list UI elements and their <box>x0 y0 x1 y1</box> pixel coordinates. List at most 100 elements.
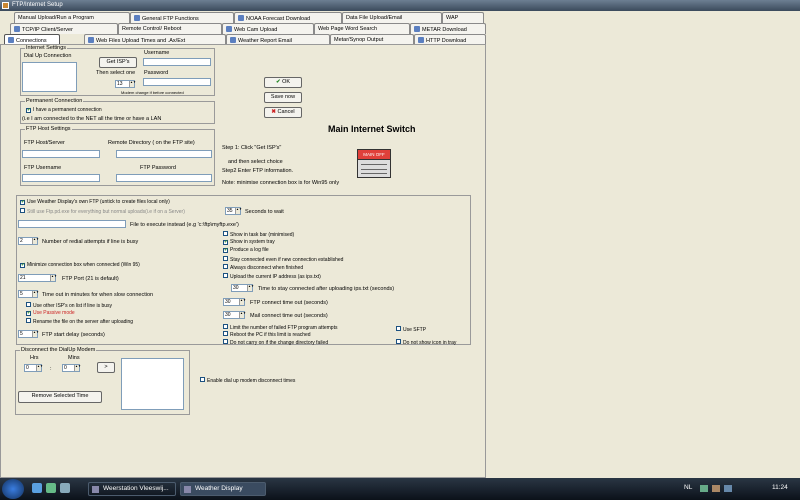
quick-launch-desktop-icon[interactable] <box>46 483 56 493</box>
cancel-button[interactable]: ✖ Cancel <box>264 107 302 118</box>
permanent-checkbox[interactable]: ✔ I have a permanent connection <box>26 107 102 114</box>
username-input[interactable] <box>143 58 211 66</box>
tab-remote-control[interactable]: Remote Control/ Reboot <box>118 23 222 34</box>
start-delay-spin[interactable]: 5 ▲▼ <box>18 330 39 338</box>
email-icon <box>230 37 236 43</box>
taskbar: Weerstation Vleeswij... Weather Display … <box>0 478 800 500</box>
seconds-wait-label: Seconds to wait <box>245 209 284 215</box>
dialup-label: Dial Up Connection <box>24 53 72 59</box>
use-sftp-checkbox[interactable]: Use SFTP <box>396 326 426 333</box>
timeout-spin[interactable]: 5 ▲▼ <box>18 290 39 298</box>
permanent-note: (i.e I am connected to the NET all the t… <box>22 116 162 122</box>
main-switch-title: Main Internet Switch <box>328 124 416 134</box>
no-tray-icon-checkbox[interactable]: Do not show icon in tray <box>396 339 456 346</box>
main-internet-switch[interactable]: MAIN OFF <box>357 149 391 178</box>
hrs-spin[interactable]: 0 ▲▼ <box>24 364 43 372</box>
taskbar-item-weerstation[interactable]: Weerstation Vleeswij... <box>88 482 176 496</box>
stay-after-label: Time to stay connected after uploading i… <box>258 286 395 292</box>
tab-general-ftp[interactable]: General FTP Functions <box>130 12 234 23</box>
tab-data-file-upload[interactable]: Data File Upload/Email <box>342 12 442 23</box>
redial-spin[interactable]: 2 ▲▼ <box>18 237 39 245</box>
tab-metar-download[interactable]: METAR Download <box>410 23 486 34</box>
ftp-port-label: FTP Port (21 is default) <box>62 276 119 282</box>
remove-selected-time-button[interactable]: Remove Selected Time <box>18 391 102 403</box>
globe-icon <box>88 37 94 43</box>
tab-row-2: TCP/IP Client/Server Remote Control/ Reb… <box>0 23 486 34</box>
step2-text: Step2 Enter FTP information. <box>222 168 294 174</box>
mins-spin[interactable]: 0 ▲▼ <box>62 364 81 372</box>
get-isps-button[interactable]: Get ISP's <box>99 57 137 68</box>
language-indicator[interactable]: NL <box>684 484 692 491</box>
weather-display-icon <box>184 486 191 493</box>
main-switch-label: MAIN OFF <box>358 150 390 160</box>
win95-note: Note: minimise connection box is for Win… <box>222 180 340 186</box>
still-use-ftp-checkbox[interactable]: Still use Ftp.pd.exe for everything but … <box>20 208 185 215</box>
ftp-port-spin[interactable]: 21 ▲▼ <box>18 274 57 282</box>
disconnect-legend: Disconnect the DialUp Modem <box>20 347 97 353</box>
do-not-carry-checkbox[interactable]: Do not carry on if the change directory … <box>223 339 328 346</box>
tab-wap[interactable]: WAP <box>442 12 484 23</box>
download-icon <box>414 26 420 32</box>
passive-mode-checkbox[interactable]: ✔ Use Passive mode <box>26 310 75 317</box>
spin-arrows-icon[interactable]: ▲▼ <box>129 81 136 87</box>
http-icon <box>418 37 424 43</box>
tab-row-1: Manual Upload/Run a Program General FTP … <box>0 12 486 23</box>
remote-dir-input[interactable] <box>116 150 212 158</box>
password-input[interactable] <box>143 78 211 86</box>
webcam-icon <box>226 26 232 32</box>
reboot-pc-checkbox[interactable]: Reboot the PC if this limit is reached <box>223 331 311 338</box>
stay-after-spin[interactable]: 30 ▲▼ <box>231 284 254 292</box>
taskbar-item-weather-display[interactable]: Weather Display <box>180 482 266 496</box>
start-button-icon[interactable] <box>2 479 24 499</box>
rename-file-checkbox[interactable]: Rename the file on the server after uplo… <box>26 318 133 325</box>
use-own-ftp-checkbox[interactable]: ✔ Use Weather Display's own FTP (untick t… <box>20 199 170 206</box>
password-label: Password <box>144 70 169 76</box>
show-taskbar-checkbox[interactable]: Show in task bar (minimised) <box>223 231 294 238</box>
mail-connect-spin[interactable]: 30 ▲▼ <box>223 311 246 319</box>
produce-log-checkbox[interactable]: ✔ Produce a log file <box>223 247 269 254</box>
tray-app-icon[interactable] <box>724 485 732 492</box>
stay-connected-checkbox[interactable]: Stay connected even if new connection es… <box>223 256 343 263</box>
start-delay-label: FTP start delay (seconds) <box>42 332 105 338</box>
file-execute-label: File to execute instead (e.g 'c:\ftp\myf… <box>130 222 239 228</box>
app-icon <box>2 2 9 9</box>
window-title: FTP/Internet Setup <box>12 2 63 8</box>
minimize-box-checkbox[interactable]: ✔ Minimize connection box when connected … <box>20 262 140 269</box>
network-icon <box>14 26 20 32</box>
enable-disconnect-checkbox[interactable]: Enable dial up modem disconnect times <box>200 377 295 384</box>
tab-web-page-search[interactable]: Web Page Word Search <box>314 23 410 34</box>
tab-manual-upload[interactable]: Manual Upload/Run a Program <box>14 12 130 23</box>
tray-network-icon[interactable] <box>700 485 708 492</box>
upload-ip-checkbox[interactable]: Upload the current IP address (as ips.tx… <box>223 273 321 280</box>
dialup-list[interactable] <box>22 62 77 92</box>
ftp-password-input[interactable] <box>116 174 212 182</box>
ftp-username-input[interactable] <box>22 174 100 182</box>
tab-tcpip[interactable]: TCP/IP Client/Server <box>10 23 118 34</box>
limit-failed-checkbox[interactable]: Limit the number of failed FTP program a… <box>223 324 337 331</box>
show-tray-checkbox[interactable]: ✔ Show in system tray <box>223 239 275 246</box>
seconds-wait-spin[interactable]: 35 ▲▼ <box>225 207 242 215</box>
hrs-label: Hrs <box>30 355 39 361</box>
tab-noaa-forecast[interactable]: NOAA Forecast Download <box>234 12 342 23</box>
tab-webcam[interactable]: Web Cam Upload <box>222 23 314 34</box>
browser-icon <box>92 486 99 493</box>
clock[interactable]: 11:24 <box>772 484 788 491</box>
file-execute-input[interactable] <box>18 220 126 228</box>
mins-label: Mins <box>68 355 80 361</box>
ftp-setup-window: FTP/Internet Setup Manual Upload/Run a P… <box>0 0 800 478</box>
save-now-button[interactable]: Save now <box>264 92 302 103</box>
ftp-host-input[interactable] <box>22 150 100 158</box>
use-other-isps-checkbox[interactable]: Use other ISP's on list if line is busy <box>26 302 112 309</box>
quick-launch-switch-icon[interactable] <box>60 483 70 493</box>
add-time-button[interactable]: > <box>97 362 115 373</box>
ftp-connect-spin[interactable]: 30 ▲▼ <box>223 298 246 306</box>
remote-dir-label: Remote Directory ( on the FTP site) <box>108 140 195 146</box>
always-disconnect-checkbox[interactable]: Always disconnect when finished <box>223 264 303 271</box>
disconnect-times-list[interactable] <box>121 358 184 410</box>
tray-volume-icon[interactable] <box>712 485 720 492</box>
quick-launch-ie-icon[interactable] <box>32 483 42 493</box>
monitor-icon <box>238 15 244 21</box>
isp-select-spin[interactable]: 13 ▲▼ <box>115 80 136 88</box>
ok-button[interactable]: ✔ OK <box>264 77 302 88</box>
connections-icon <box>8 37 14 43</box>
